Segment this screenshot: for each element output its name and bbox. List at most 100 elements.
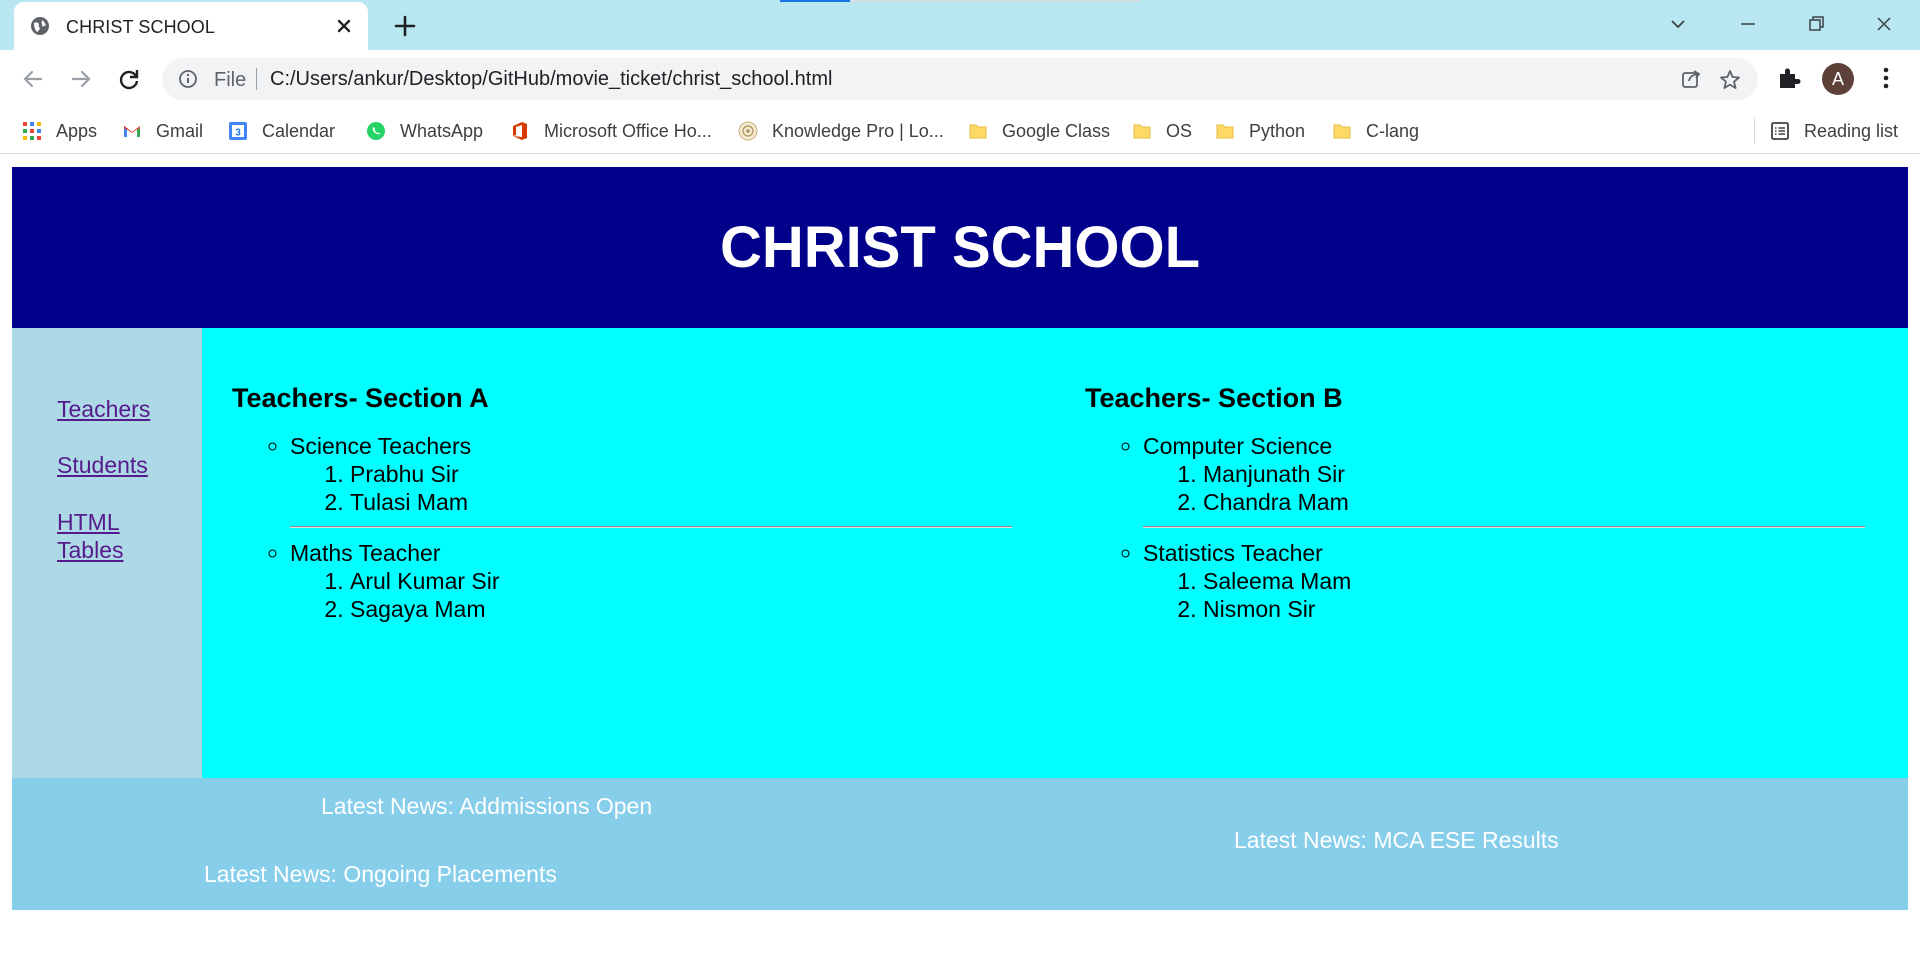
back-arrow-icon[interactable]: [18, 64, 48, 94]
sidebar-link-html-tables[interactable]: HTML Tables: [57, 508, 157, 564]
teacher-list: Prabhu Sir Tulasi Mam: [350, 460, 1012, 516]
list-item: Science Teachers Prabhu Sir Tulasi Mam: [290, 432, 1012, 528]
group-name: Maths Teacher: [290, 540, 441, 566]
group-name: Science Teachers: [290, 433, 472, 459]
browser-tab[interactable]: CHRIST SCHOOL: [14, 2, 368, 50]
office-icon: [513, 122, 527, 140]
news-footer: Latest News: Addmissions Open Latest New…: [12, 778, 1908, 910]
kebab-menu-icon[interactable]: [1874, 65, 1898, 91]
tab-strip-indicator-track: [850, 0, 1140, 2]
browser-toolbar: File C:/Users/ankur/Desktop/GitHub/movie…: [0, 50, 1920, 108]
gmail-icon: [124, 126, 140, 137]
teacher-item: Sagaya Mam: [350, 595, 1012, 623]
reload-icon[interactable]: [114, 64, 144, 94]
bookmark-label: Python: [1249, 120, 1306, 141]
bookmark-star-icon[interactable]: [1718, 68, 1742, 92]
address-divider: [256, 68, 257, 90]
browser-titlebar: CHRIST SCHOOL: [0, 0, 1920, 50]
list-item: Computer Science Manjunath Sir Chandra M…: [1143, 432, 1865, 528]
bookmarks-bar: Apps Gmail 3 Calendar WhatsApp Microsoft…: [0, 108, 1920, 154]
teacher-list: Arul Kumar Sir Sagaya Mam: [350, 567, 1012, 623]
url-text[interactable]: C:/Users/ankur/Desktop/GitHub/movie_tick…: [270, 68, 832, 91]
bookmark-calendar[interactable]: 3 Calendar: [228, 116, 335, 146]
folder-icon: [1216, 124, 1234, 139]
calendar-icon: 3: [229, 122, 247, 140]
folder-icon: [1133, 124, 1151, 139]
divider: [1143, 526, 1865, 528]
reading-list-label: Reading list: [1804, 120, 1899, 141]
reading-list-button[interactable]: Reading list: [1770, 116, 1898, 146]
group-name: Computer Science: [1143, 433, 1333, 459]
bookmark-label: Knowledge Pro | Lo...: [772, 120, 944, 141]
list-item: Statistics Teacher Saleema Mam Nismon Si…: [1143, 539, 1865, 623]
teacher-item: Arul Kumar Sir: [350, 567, 1012, 595]
section-b-list: Computer Science Manjunath Sir Chandra M…: [1143, 432, 1865, 623]
sidebar-link-teachers[interactable]: Teachers: [57, 395, 150, 423]
teacher-item: Nismon Sir: [1203, 595, 1865, 623]
bookmark-label: C-lang: [1366, 120, 1420, 141]
bookmark-os[interactable]: OS: [1132, 116, 1192, 146]
bookmark-label: Microsoft Office Ho...: [544, 120, 712, 141]
teacher-item: Saleema Mam: [1203, 567, 1865, 595]
bookmark-label: WhatsApp: [400, 120, 484, 141]
teacher-item: Chandra Mam: [1203, 488, 1865, 516]
bookmark-python[interactable]: Python: [1215, 116, 1305, 146]
bookmark-gmail[interactable]: Gmail: [122, 116, 203, 146]
bookmark-google-class[interactable]: Google Class: [968, 116, 1110, 146]
tab-search-icon[interactable]: [1664, 10, 1692, 38]
teacher-list: Manjunath Sir Chandra Mam: [1203, 460, 1865, 516]
forward-arrow-icon[interactable]: [66, 64, 96, 94]
new-tab-icon[interactable]: [392, 13, 418, 39]
reading-list-icon: [1771, 122, 1789, 140]
section-a-list: Science Teachers Prabhu Sir Tulasi Mam M…: [290, 432, 1012, 623]
web-page: CHRIST SCHOOL Teachers Students HTML Tab…: [0, 155, 1920, 978]
apps-grid-icon: [23, 122, 41, 140]
section-a: Teachers- Section A Science Teachers Pra…: [232, 383, 1012, 623]
teacher-list: Saleema Mam Nismon Sir: [1203, 567, 1865, 623]
tab-title: CHRIST SCHOOL: [66, 17, 215, 37]
bookmark-apps[interactable]: Apps: [22, 116, 97, 146]
bookmark-label: Gmail: [156, 120, 204, 141]
globe-icon: [31, 17, 49, 35]
bookmark-label: Apps: [56, 120, 98, 141]
close-tab-icon[interactable]: [334, 16, 354, 36]
restore-icon[interactable]: [1802, 10, 1830, 38]
sidebar-link-students[interactable]: Students: [57, 451, 148, 479]
bookmark-label: OS: [1166, 120, 1193, 141]
section-a-title: Teachers- Section A: [232, 383, 489, 413]
info-icon[interactable]: [178, 69, 198, 89]
teacher-item: Prabhu Sir: [350, 460, 1012, 488]
whatsapp-icon: [367, 122, 385, 140]
teacher-item: Tulasi Mam: [350, 488, 1012, 516]
news-item: Latest News: MCA ESE Results: [1234, 827, 1559, 853]
bookmark-label: Calendar: [262, 120, 336, 141]
bookmark-c-lang[interactable]: C-lang: [1332, 116, 1419, 146]
bookmarks-divider: [1754, 118, 1755, 144]
teacher-item: Manjunath Sir: [1203, 460, 1865, 488]
bookmark-label: Google Class: [1002, 120, 1111, 141]
page-header: CHRIST SCHOOL: [12, 167, 1908, 328]
group-name: Statistics Teacher: [1143, 540, 1323, 566]
profile-avatar[interactable]: A: [1822, 63, 1854, 95]
extensions-puzzle-icon[interactable]: [1776, 65, 1802, 91]
tab-strip-indicator: [780, 0, 850, 2]
share-icon[interactable]: [1680, 68, 1702, 90]
address-bar[interactable]: File C:/Users/ankur/Desktop/GitHub/movie…: [162, 58, 1758, 100]
section-b: Teachers- Section B Computer Science Man…: [1085, 383, 1865, 623]
minimize-icon[interactable]: [1734, 10, 1762, 38]
main-content: Teachers- Section A Science Teachers Pra…: [202, 328, 1908, 778]
url-scheme: File: [214, 69, 247, 91]
divider: [290, 526, 1012, 528]
folder-icon: [1333, 124, 1351, 139]
bookmark-whatsapp[interactable]: WhatsApp: [366, 116, 483, 146]
close-window-icon[interactable]: [1870, 10, 1898, 38]
page-title: CHRIST SCHOOL: [719, 215, 1201, 280]
bookmark-knowledge-pro[interactable]: Knowledge Pro | Lo...: [738, 116, 944, 146]
bookmark-office[interactable]: Microsoft Office Ho...: [510, 116, 712, 146]
news-item: Latest News: Addmissions Open: [321, 793, 653, 819]
folder-icon: [969, 124, 987, 139]
sidebar-nav: Teachers Students HTML Tables: [12, 328, 202, 778]
svg-text:3: 3: [235, 128, 241, 139]
list-item: Maths Teacher Arul Kumar Sir Sagaya Mam: [290, 539, 1012, 623]
news-item: Latest News: Ongoing Placements: [204, 861, 557, 887]
